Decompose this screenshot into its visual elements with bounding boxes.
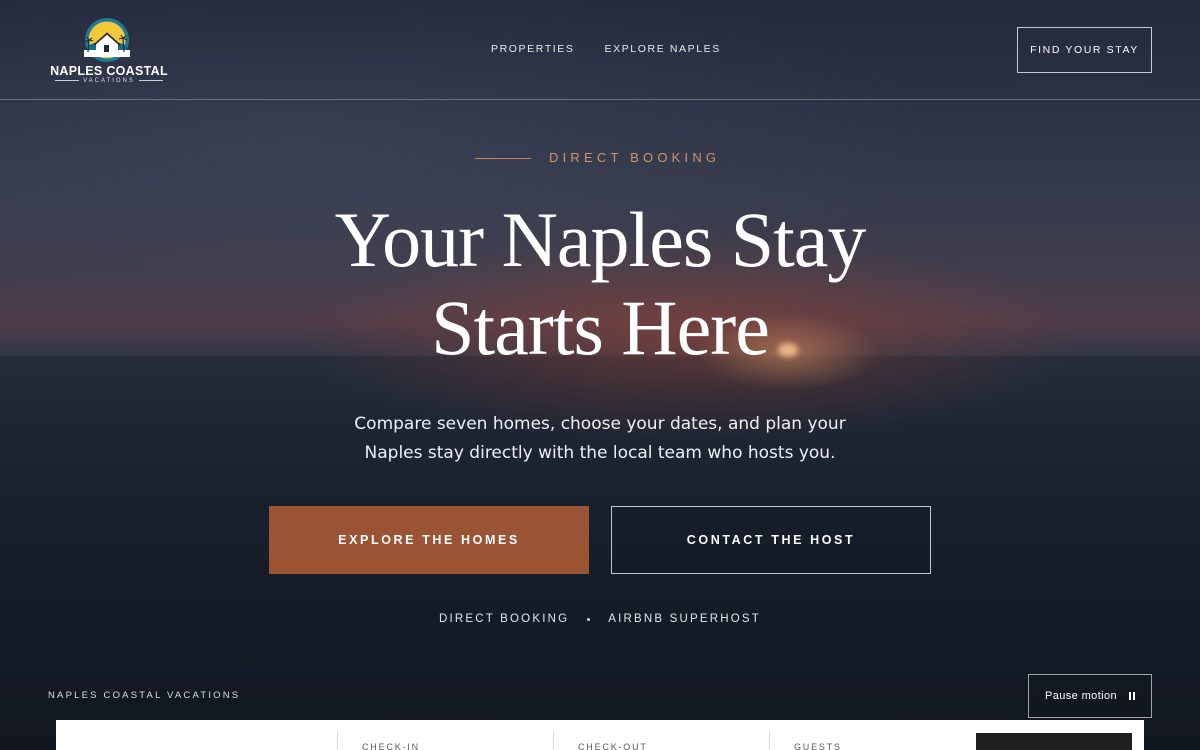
find-your-stay-button[interactable]: FIND YOUR STAY [1017,27,1152,73]
trust-superhost: AIRBNB SUPERHOST [608,613,762,625]
pause-motion-button[interactable]: Pause motion [1028,674,1152,718]
brand-caption: NAPLES COASTAL VACATIONS [48,690,241,701]
logo-name: NAPLES COASTAL [50,64,168,78]
explore-homes-button[interactable]: EXPLORE THE HOMES [269,506,589,574]
check-out-label: CHECK-OUT [578,742,648,750]
guests-field[interactable]: GUESTS [769,732,842,750]
logo-mark-icon [84,18,130,62]
main-nav: PROPERTIES EXPLORE NAPLES [491,43,721,55]
nav-explore-naples[interactable]: EXPLORE NAPLES [605,43,721,55]
hero-background [0,0,1200,750]
headline-line-1: Your Naples Stay [334,196,867,283]
trust-direct-booking: DIRECT BOOKING [438,613,570,625]
headline-line-2: Starts Here [431,284,770,371]
site-header: NAPLES COASTAL VACATIONS PROPERTIES EXPL… [0,0,1200,100]
guests-label: GUESTS [794,742,842,750]
check-in-field[interactable]: CHECK-IN [337,732,420,750]
hero-eyebrow: DIRECT BOOKING [549,150,721,165]
trust-badges: DIRECT BOOKING AIRBNB SUPERHOST [0,613,1200,625]
check-in-label: CHECK-IN [362,742,420,750]
logo-tagline: VACATIONS [48,78,170,84]
booking-search-button[interactable] [976,733,1132,750]
nav-properties[interactable]: PROPERTIES [491,43,575,55]
pause-motion-label: Pause motion [1044,690,1118,702]
booking-bar: CHECK-IN CHECK-OUT GUESTS [56,720,1144,750]
hero-headline: Your Naples Stay Starts Here [0,196,1200,372]
check-out-field[interactable]: CHECK-OUT [553,732,648,750]
hero-subcopy: Compare seven homes, choose your dates, … [354,414,846,463]
contact-host-button[interactable]: CONTACT THE HOST [611,506,931,574]
logo[interactable]: NAPLES COASTAL VACATIONS [48,14,170,86]
eyebrow-rule [475,158,531,159]
separator-dot [587,617,591,621]
pause-icon [1129,692,1136,700]
